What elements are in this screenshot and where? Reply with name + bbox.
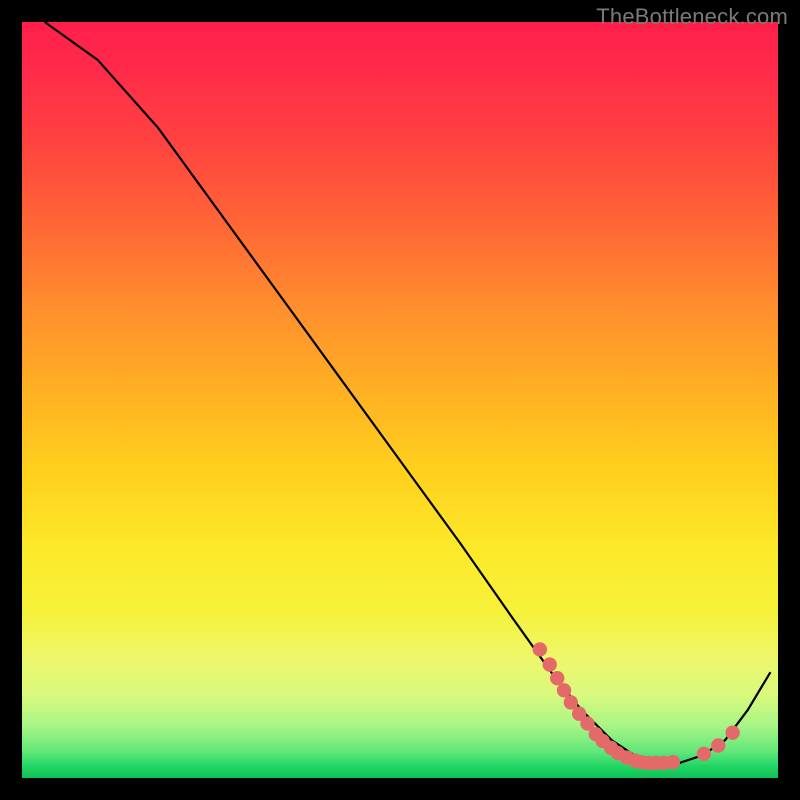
bottleneck-curve (45, 22, 771, 763)
highlight-dot (711, 738, 725, 752)
highlight-dot (725, 725, 739, 739)
highlight-dot (550, 671, 564, 685)
highlight-dot (543, 657, 557, 671)
chart-svg (22, 22, 778, 778)
chart-stage: TheBottleneck.com (0, 0, 800, 800)
highlight-dot (533, 642, 547, 656)
highlight-dot (557, 683, 571, 697)
watermark-text: TheBottleneck.com (596, 4, 788, 30)
highlight-dot (666, 755, 680, 769)
highlight-dots-group (533, 642, 740, 770)
highlight-dot (697, 747, 711, 761)
chart-plot-area (22, 22, 778, 778)
